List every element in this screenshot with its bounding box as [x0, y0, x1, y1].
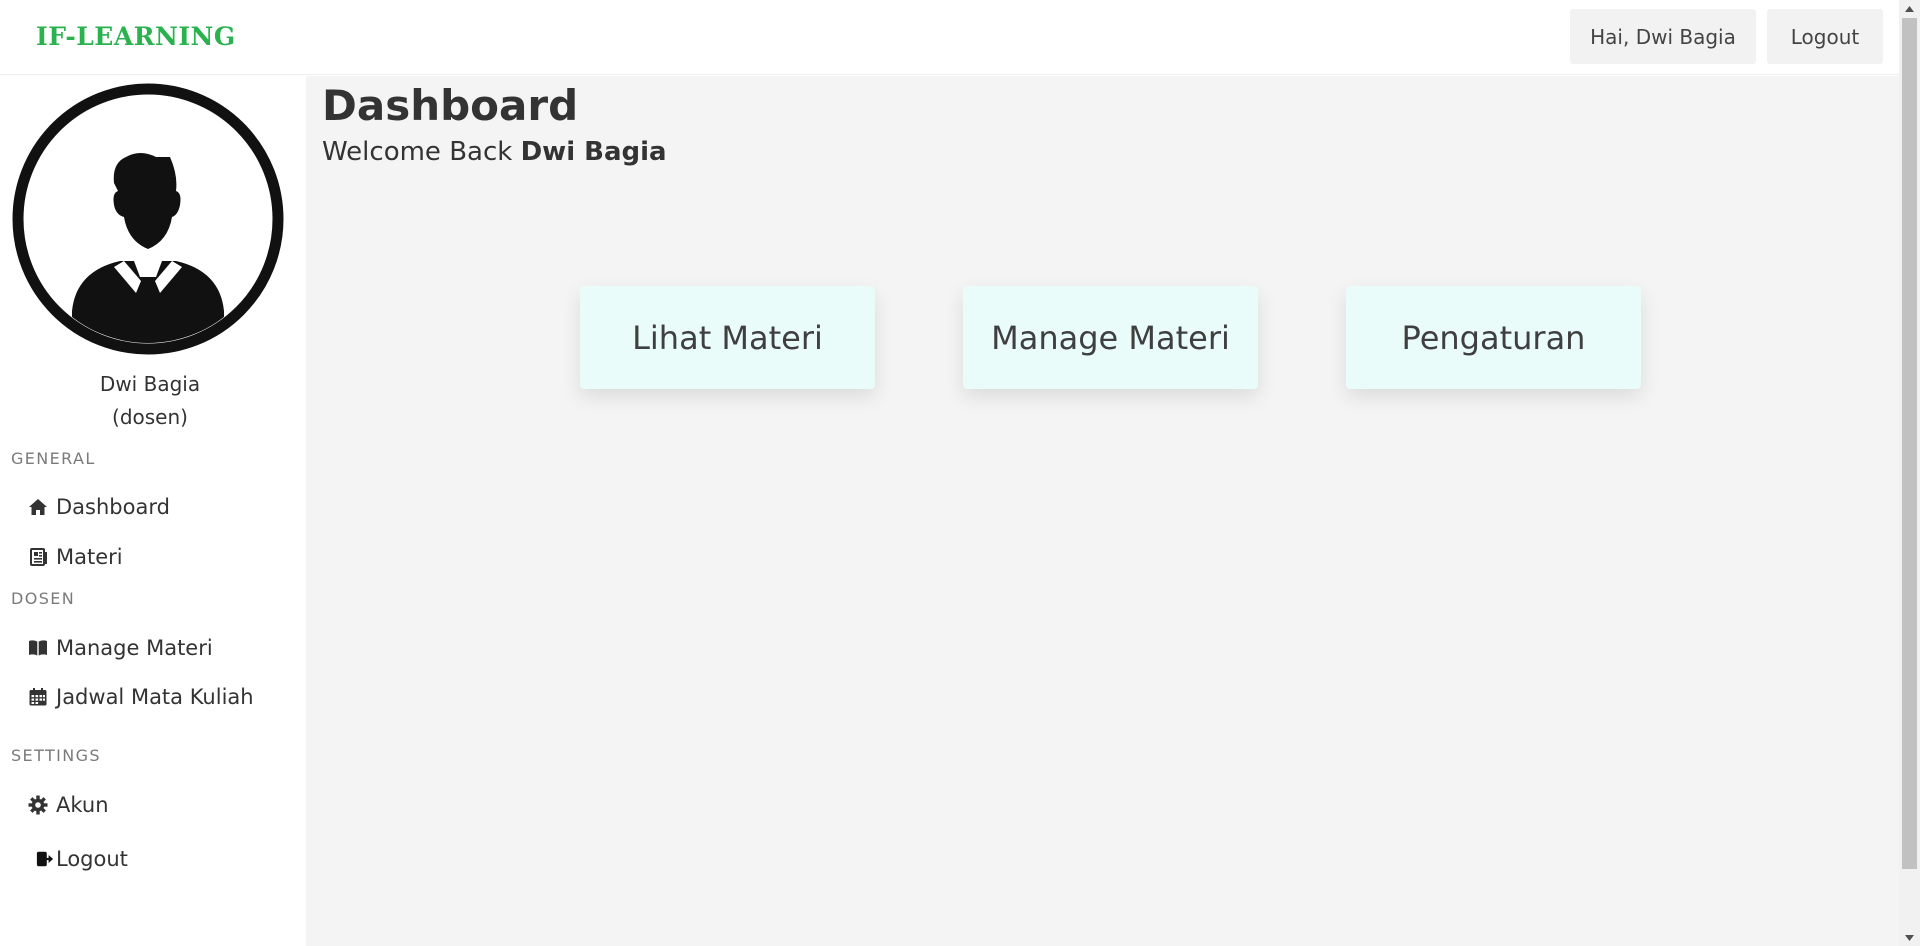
card-lihat-materi[interactable]: Lihat Materi	[580, 286, 875, 389]
header-logout-button[interactable]: Logout	[1767, 9, 1883, 64]
greeting-button[interactable]: Hai, Dwi Bagia	[1570, 9, 1756, 64]
gear-icon	[28, 795, 48, 815]
sidebar-item-logout[interactable]: Logout	[36, 842, 128, 876]
section-label-general: GENERAL	[11, 449, 96, 468]
sidebar-item-manage-materi[interactable]: Manage Materi	[28, 631, 213, 665]
book-icon	[29, 640, 47, 656]
sidebar-item-label: Jadwal Mata Kuliah	[56, 685, 254, 709]
newspaper-icon	[30, 548, 47, 566]
sidebar-item-label: Manage Materi	[56, 636, 213, 660]
sidebar-item-materi[interactable]: Materi	[28, 540, 123, 574]
sidebar-item-label: Materi	[56, 545, 123, 569]
top-navbar: IF-LEARNING Hai, Dwi Bagia Logout	[0, 0, 1899, 75]
section-label-dosen: DOSEN	[11, 589, 76, 608]
vertical-scrollbar[interactable]	[1899, 0, 1920, 946]
user-role: (dosen)	[112, 405, 188, 429]
user-name: Dwi Bagia	[99, 372, 201, 396]
main-content: Dashboard Welcome Back Dwi Bagia Lihat M…	[306, 76, 1899, 946]
scrollbar-thumb[interactable]	[1902, 18, 1917, 869]
calendar-icon	[29, 688, 47, 706]
scroll-up-arrow-icon[interactable]	[1899, 0, 1920, 17]
sidebar-item-akun[interactable]: Akun	[28, 788, 109, 822]
sidebar: Dwi Bagia (dosen) GENERAL Dashboard Mate…	[0, 76, 306, 946]
sidebar-item-dashboard[interactable]: Dashboard	[28, 490, 170, 524]
card-manage-materi[interactable]: Manage Materi	[963, 286, 1258, 389]
page-title: Dashboard	[322, 81, 579, 130]
welcome-message: Welcome Back Dwi Bagia	[322, 137, 667, 167]
sidebar-item-label: Dashboard	[56, 495, 170, 519]
card-pengaturan[interactable]: Pengaturan	[1346, 286, 1641, 389]
sign-out-icon	[36, 851, 54, 867]
sidebar-item-jadwal[interactable]: Jadwal Mata Kuliah	[28, 680, 254, 714]
home-icon	[29, 499, 47, 515]
scroll-down-arrow-icon[interactable]	[1899, 929, 1920, 946]
avatar-icon	[12, 83, 284, 355]
welcome-prefix: Welcome Back	[322, 137, 513, 167]
section-label-settings: SETTINGS	[11, 746, 101, 765]
brand-logo[interactable]: IF-LEARNING	[36, 22, 236, 51]
sidebar-item-label: Akun	[56, 793, 109, 817]
sidebar-item-label: Logout	[56, 847, 128, 871]
welcome-user-name: Dwi Bagia	[520, 137, 667, 167]
